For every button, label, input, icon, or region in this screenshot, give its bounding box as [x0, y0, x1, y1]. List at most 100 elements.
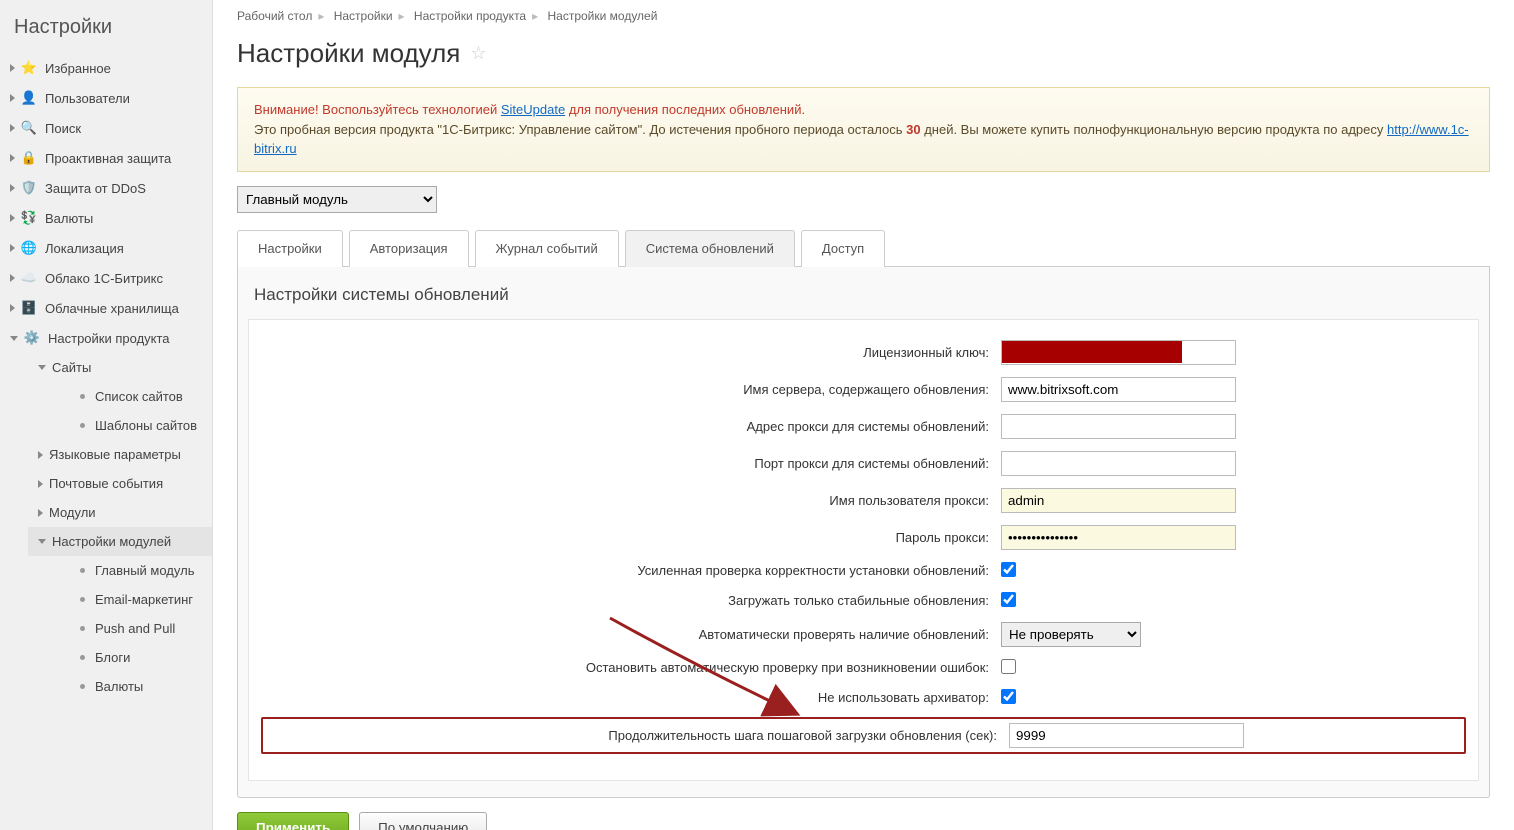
sidebar-item-blogs[interactable]: Блоги	[74, 643, 212, 672]
tab-update-system[interactable]: Система обновлений	[625, 230, 795, 267]
breadcrumb-sep: ▸	[532, 9, 538, 23]
bullet-icon	[80, 394, 85, 399]
bullet-icon	[80, 568, 85, 573]
nav-label: Валюты	[45, 211, 93, 226]
sidebar-item-site-list[interactable]: Список сайтов	[74, 382, 212, 411]
sidebar-item-mail-events[interactable]: Почтовые события	[28, 469, 212, 498]
license-key-input[interactable]	[1182, 341, 1234, 364]
breadcrumb-link[interactable]: Рабочий стол	[237, 9, 312, 23]
proxy-port-input[interactable]	[1001, 451, 1236, 476]
proxy-pass-label: Пароль прокси:	[261, 530, 1001, 545]
sidebar-item-proactive[interactable]: 🔒 Проактивная защита	[0, 143, 212, 173]
sidebar-item-push-pull[interactable]: Push and Pull	[74, 614, 212, 643]
proxy-addr-input[interactable]	[1001, 414, 1236, 439]
nav-label: Локализация	[45, 241, 124, 256]
sidebar-item-module-settings[interactable]: Настройки модулей	[28, 527, 212, 556]
sidebar-item-modules[interactable]: Модули	[28, 498, 212, 527]
no-archiver-checkbox[interactable]	[1001, 689, 1016, 704]
globe-icon: 🌐	[21, 240, 37, 256]
chevron-right-icon	[10, 304, 15, 312]
shield-icon: 🛡️	[21, 180, 37, 196]
chevron-down-icon	[10, 336, 18, 341]
nav-label: Push and Pull	[95, 621, 175, 636]
auto-check-select[interactable]: Не проверять	[1001, 622, 1141, 647]
sidebar-item-product-settings[interactable]: ⚙️Настройки продукта	[0, 323, 212, 353]
sidebar-item-cloudstorage[interactable]: 🗄️ Облачные хранилища	[0, 293, 212, 323]
bullet-icon	[80, 597, 85, 602]
breadcrumb-link[interactable]: Настройки продукта	[414, 9, 526, 23]
proxy-pass-input[interactable]	[1001, 525, 1236, 550]
sidebar-item-ddos[interactable]: 🛡️ Защита от DDoS	[0, 173, 212, 203]
panel-title: Настройки системы обновлений	[248, 285, 1479, 319]
apply-button[interactable]: Применить	[237, 812, 349, 830]
sidebar: Настройки ⭐ Избранное 👤Пользователи 🔍Поис…	[0, 0, 213, 830]
breadcrumb-link[interactable]: Настройки модулей	[547, 9, 657, 23]
breadcrumb: Рабочий стол ▸ Настройки ▸ Настройки проду…	[213, 0, 1514, 32]
sidebar-item-search[interactable]: 🔍Поиск	[0, 113, 212, 143]
sidebar-item-users[interactable]: 👤Пользователи	[0, 83, 212, 113]
chevron-right-icon	[10, 124, 15, 132]
strong-check-label: Усиленная проверка корректности установк…	[261, 563, 1001, 578]
update-server-input[interactable]	[1001, 377, 1236, 402]
sidebar-item-main-module[interactable]: Главный модуль	[74, 556, 212, 585]
bullet-icon	[80, 684, 85, 689]
breadcrumb-sep: ▸	[318, 9, 324, 23]
sidebar-title: Настройки	[0, 10, 212, 53]
sidebar-item-favorites[interactable]: ⭐ Избранное	[0, 53, 212, 83]
lock-icon: 🔒	[21, 150, 37, 166]
sidebar-item-site-templates[interactable]: Шаблоны сайтов	[74, 411, 212, 440]
nav-label: Сайты	[52, 360, 91, 375]
chevron-right-icon	[10, 184, 15, 192]
tab-event-log[interactable]: Журнал событий	[475, 230, 619, 267]
sidebar-item-localization[interactable]: 🌐 Локализация	[0, 233, 212, 263]
nav-label: Защита от DDoS	[45, 181, 146, 196]
tab-access[interactable]: Доступ	[801, 230, 885, 267]
sidebar-item-sites[interactable]: Сайты	[28, 353, 212, 382]
step-duration-label: Продолжительность шага пошаговой загрузк…	[269, 728, 1009, 743]
nav-label: Настройки модулей	[52, 534, 171, 549]
nav-label: Облачные хранилища	[45, 301, 179, 316]
alert-trial-text: Это пробная версия продукта "1С-Битрикс:…	[254, 122, 906, 137]
sidebar-item-cloud1c[interactable]: ☁️Облако 1С-Битрикс	[0, 263, 212, 293]
auto-check-label: Автоматически проверять наличие обновлен…	[261, 627, 1001, 642]
nav-label: Избранное	[45, 61, 111, 76]
star-icon: ⭐	[21, 60, 37, 76]
tabs: Настройки Авторизация Журнал событий Сис…	[237, 229, 1490, 267]
chevron-right-icon	[10, 64, 15, 72]
nav-label: Проактивная защита	[45, 151, 171, 166]
tab-settings[interactable]: Настройки	[237, 230, 343, 267]
sidebar-item-currencies[interactable]: Валюты	[74, 672, 212, 701]
trial-alert: Внимание! Воспользуйтесь технологией Sit…	[237, 87, 1490, 172]
sidebar-item-currency[interactable]: 💱 Валюты	[0, 203, 212, 233]
chevron-down-icon	[38, 539, 46, 544]
step-duration-input[interactable]	[1009, 723, 1244, 748]
sidebar-item-lang-params[interactable]: Языковые параметры	[28, 440, 212, 469]
alert-days: 30	[906, 122, 920, 137]
nav-label: Языковые параметры	[49, 447, 181, 462]
alert-warning: Внимание! Воспользуйтесь технологией Sit…	[254, 102, 805, 117]
sidebar-item-email-marketing[interactable]: Email-маркетинг	[74, 585, 212, 614]
alert-trial-text2: дней. Вы можете купить полнофункциональн…	[921, 122, 1387, 137]
stop-on-error-label: Остановить автоматическую проверку при в…	[261, 660, 1001, 675]
proxy-addr-label: Адрес прокси для системы обновлений:	[261, 419, 1001, 434]
nav-label: Список сайтов	[95, 389, 183, 404]
nav-label: Модули	[49, 505, 96, 520]
strong-check-checkbox[interactable]	[1001, 562, 1016, 577]
chevron-right-icon	[10, 214, 15, 222]
module-select[interactable]: Главный модуль	[237, 186, 437, 213]
storage-icon: 🗄️	[21, 300, 37, 316]
nav-label: Облако 1С-Битрикс	[45, 271, 163, 286]
stop-on-error-checkbox[interactable]	[1001, 659, 1016, 674]
siteupdate-link[interactable]: SiteUpdate	[501, 102, 565, 117]
defaults-button[interactable]: По умолчанию	[359, 812, 487, 830]
tab-auth[interactable]: Авторизация	[349, 230, 469, 267]
chevron-right-icon	[10, 244, 15, 252]
favorite-star-icon[interactable]: ☆	[470, 43, 486, 64]
currency-icon: 💱	[21, 210, 37, 226]
gear-icon: ⚙️	[24, 330, 40, 346]
stable-only-checkbox[interactable]	[1001, 592, 1016, 607]
chevron-down-icon	[38, 365, 46, 370]
nav-label: Шаблоны сайтов	[95, 418, 197, 433]
breadcrumb-link[interactable]: Настройки	[334, 9, 393, 23]
proxy-user-input[interactable]	[1001, 488, 1236, 513]
